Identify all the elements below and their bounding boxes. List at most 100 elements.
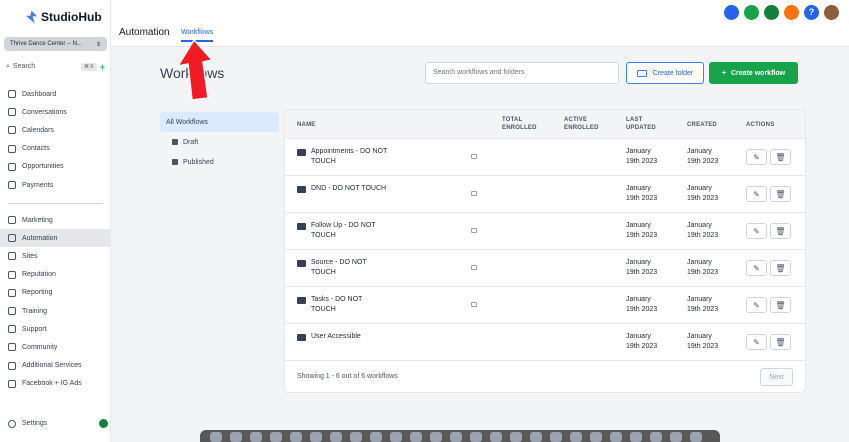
edit-icon[interactable]: ✎: [746, 186, 767, 202]
table-row[interactable]: DND - DO NOT TOUCH January 19th 2023 Janu…: [285, 176, 805, 213]
dock-app-icon[interactable]: [570, 432, 582, 442]
sidebar-item-facebook-ig-ads[interactable]: Facebook + IG Ads: [0, 375, 111, 393]
trash-icon[interactable]: 🗑: [770, 297, 791, 313]
gear-icon: [8, 419, 16, 428]
dock-app-icon[interactable]: [670, 432, 682, 442]
sidebar-item-training[interactable]: Training: [0, 302, 111, 320]
workflow-name[interactable]: User Accessible: [297, 332, 397, 342]
sidebar-item-conversations[interactable]: Conversations: [0, 103, 111, 121]
dock-app-icon[interactable]: [210, 432, 222, 442]
sidebar-item-marketing[interactable]: Marketing: [0, 211, 111, 229]
sidebar-item-support[interactable]: Support: [0, 320, 111, 338]
sidebar-item-dashboard[interactable]: Dashboard: [0, 85, 111, 103]
dock-app-icon[interactable]: [610, 432, 622, 442]
help-icon[interactable]: ?: [804, 5, 819, 20]
sidebar-item-community[interactable]: Community: [0, 338, 111, 356]
dock-app-icon[interactable]: [590, 432, 602, 442]
chat-widget-icon[interactable]: [724, 5, 739, 20]
sidebar-search[interactable]: ⌕ Search ⌘ K +: [4, 60, 107, 73]
dock-app-icon[interactable]: [530, 432, 542, 442]
col-total-enrolled[interactable]: TOTAL ENROLLED: [502, 116, 537, 132]
filter-draft[interactable]: Draft: [160, 132, 279, 152]
col-name[interactable]: NAME: [297, 121, 315, 129]
workflow-name[interactable]: Source - DO NOT TOUCH: [297, 258, 397, 278]
sidebar-item-calendars[interactable]: Calendars: [0, 121, 111, 139]
dock-app-icon[interactable]: [370, 432, 382, 442]
table-row[interactable]: Tasks - DO NOT TOUCH January 19th 2023 Jan…: [285, 287, 805, 324]
workflow-name[interactable]: DND - DO NOT TOUCH: [297, 184, 397, 194]
trash-icon[interactable]: 🗑: [770, 223, 791, 239]
dock-app-icon[interactable]: [310, 432, 322, 442]
dock-app-icon[interactable]: [510, 432, 522, 442]
sidebar-item-automation[interactable]: Automation: [0, 229, 111, 248]
workflow-name[interactable]: Tasks - DO NOT TOUCH: [297, 295, 397, 315]
table-row[interactable]: Appointments - DO NOT TOUCH January 19th 2…: [285, 139, 805, 176]
dock-app-icon[interactable]: [690, 432, 702, 442]
sidebar-item-reporting[interactable]: Reporting: [0, 284, 111, 302]
dock-app-icon[interactable]: [410, 432, 422, 442]
dock-app-icon[interactable]: [470, 432, 482, 442]
create-folder-button[interactable]: Create folder: [626, 62, 704, 84]
sidebar-item-payments[interactable]: Payments: [0, 176, 111, 194]
phone-icon[interactable]: [744, 5, 759, 20]
edit-icon[interactable]: ✎: [746, 223, 767, 239]
trash-icon[interactable]: 🗑: [770, 260, 791, 276]
section-title: Automation: [119, 27, 170, 38]
filter-published[interactable]: Published: [160, 152, 279, 172]
notifications-icon[interactable]: [784, 5, 799, 20]
dock-app-icon[interactable]: [630, 432, 642, 442]
table-row[interactable]: User Accessible January 19th 2023 January…: [285, 324, 805, 361]
trash-icon[interactable]: 🗑: [770, 186, 791, 202]
edit-icon[interactable]: ✎: [746, 334, 767, 350]
table-row[interactable]: Source - DO NOT TOUCH January 19th 2023 Ja…: [285, 250, 805, 287]
next-page-button[interactable]: Next: [760, 368, 793, 386]
dashboard-icon: [8, 90, 16, 99]
dock-app-icon[interactable]: [390, 432, 402, 442]
col-active-enrolled[interactable]: ACTIVE ENROLLED: [564, 116, 599, 132]
sidebar-item-opportunities[interactable]: Opportunities: [0, 158, 111, 176]
create-workflow-button[interactable]: + Create workflow: [709, 62, 798, 84]
sidebar-item-additional-services[interactable]: Additional Services: [0, 357, 111, 375]
edit-icon[interactable]: ✎: [746, 149, 767, 165]
app-logo[interactable]: StudioHub: [26, 10, 102, 24]
sidebar-item-contacts[interactable]: Contacts: [0, 140, 111, 158]
account-switcher[interactable]: Thrive Dance Center -- N... ⇕: [4, 37, 107, 51]
folder-icon: [297, 297, 306, 304]
filter-label: Published: [183, 158, 214, 166]
reporting-icon: [8, 288, 16, 297]
collapse-sidebar-button[interactable]: [99, 419, 108, 428]
workflow-name-text: User Accessible: [311, 332, 361, 342]
dock-app-icon[interactable]: [490, 432, 502, 442]
dock-app-icon[interactable]: [450, 432, 462, 442]
dock-app-icon[interactable]: [290, 432, 302, 442]
workflow-search-input[interactable]: Search workflows and folders: [425, 62, 619, 84]
trash-icon[interactable]: 🗑: [770, 149, 791, 165]
sidebar-item-settings[interactable]: Settings: [8, 419, 108, 428]
edit-icon[interactable]: ✎: [746, 260, 767, 276]
dock-app-icon[interactable]: [330, 432, 342, 442]
lock-icon: [471, 228, 477, 233]
col-created[interactable]: CREATED: [687, 121, 717, 129]
avatar[interactable]: [824, 5, 839, 20]
table-row[interactable]: Follow Up - DO NOT TOUCH January 19th 2023…: [285, 213, 805, 250]
col-last-updated[interactable]: LAST UPDATED: [626, 116, 656, 132]
dock-app-icon[interactable]: [550, 432, 562, 442]
workflows-table: NAME TOTAL ENROLLED ACTIVE ENROLLED LAST UP…: [285, 110, 805, 392]
dock-app-icon[interactable]: [350, 432, 362, 442]
dock-app-icon[interactable]: [650, 432, 662, 442]
workflow-name[interactable]: Appointments - DO NOT TOUCH: [297, 147, 397, 167]
filter-all-workflows[interactable]: All Workflows: [160, 112, 279, 132]
edit-icon[interactable]: ✎: [746, 297, 767, 313]
dock-app-icon[interactable]: [250, 432, 262, 442]
workflow-name[interactable]: Follow Up - DO NOT TOUCH: [297, 221, 397, 241]
trash-icon[interactable]: 🗑: [770, 334, 791, 350]
sidebar-item-sites[interactable]: Sites: [0, 247, 111, 265]
announcements-icon[interactable]: [764, 5, 779, 20]
sidebar-item-reputation[interactable]: Reputation: [0, 266, 111, 284]
draft-icon: [172, 139, 178, 145]
quick-add-icon[interactable]: +: [100, 62, 105, 72]
dock-app-icon[interactable]: [270, 432, 282, 442]
dock-app-icon[interactable]: [230, 432, 242, 442]
filter-label: Draft: [183, 138, 199, 146]
dock-app-icon[interactable]: [430, 432, 442, 442]
